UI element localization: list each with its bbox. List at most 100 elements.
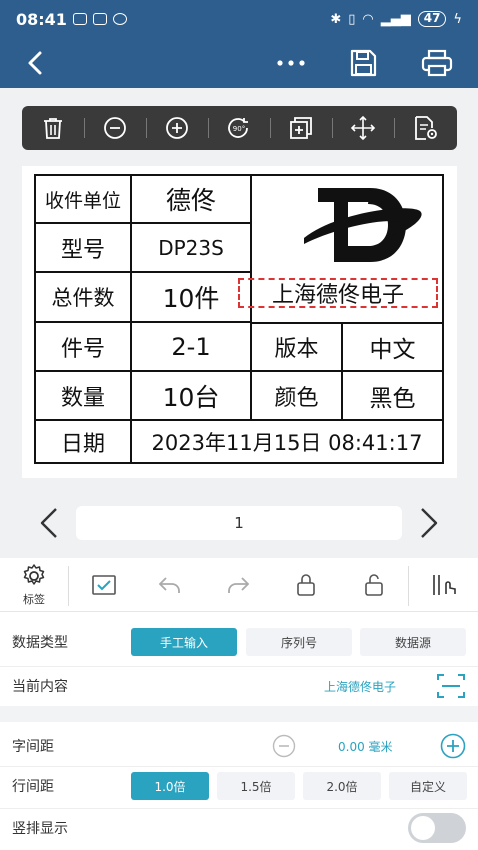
vibrate-icon: ▯ [348,11,356,27]
move-button[interactable] [332,106,394,150]
align-touch-icon [433,575,456,595]
label-cell[interactable]: 版本 [252,323,343,372]
properties-button[interactable] [394,106,456,150]
label-cell[interactable]: DP23S [132,224,252,273]
zoom-out-button[interactable] [84,106,146,150]
notification-icon [72,13,87,25]
undo-button[interactable] [152,558,188,612]
label-table: 收件单位 德佟 型号 DP23S 总件数 10件 件号 2-1 版本 中文 数量… [34,174,444,464]
divider [0,766,478,767]
plus-icon [440,733,466,759]
label-cell[interactable]: 型号 [36,224,132,273]
current-content-value[interactable]: 上海德佟电子 [324,678,396,695]
minus-icon [272,734,296,758]
data-type-serial[interactable]: 序列号 [246,628,352,656]
label-cell[interactable]: 10件 [132,273,252,323]
redo-icon [228,577,250,593]
print-icon [421,49,453,77]
zoom-in-button[interactable] [146,106,208,150]
select-all-button[interactable] [86,558,122,612]
label-settings-tab[interactable]: 标签 [10,558,58,612]
label-cell[interactable]: 收件单位 [36,176,132,224]
signal-icon: ▂▄▆ [380,11,411,27]
page-navigator: 1 [0,500,478,546]
label-cell[interactable]: 总件数 [36,273,132,323]
back-icon [28,51,42,75]
char-spacing-plus[interactable] [440,733,466,763]
copy-button[interactable] [270,106,332,150]
prev-page-button[interactable] [34,506,62,540]
dp-logo [304,188,422,262]
scan-icon [437,674,465,698]
copy-icon [290,117,312,139]
label-cell[interactable]: 数量 [36,372,132,421]
char-spacing-label: 字间距 [12,739,54,755]
label-cell[interactable]: 10台 [132,372,252,421]
gear-icon [23,564,45,585]
more-button[interactable] [274,52,308,74]
save-button[interactable] [348,48,378,78]
line-spacing-2-0[interactable]: 2.0倍 [303,772,381,800]
lock-button[interactable] [288,558,324,612]
undo-icon [158,577,180,593]
chevron-left-icon [40,508,57,538]
label-cell[interactable]: 件号 [36,323,132,372]
save-icon [350,49,377,77]
label-cell[interactable]: 中文 [343,323,442,372]
rotate-90-icon: 90° [228,118,248,138]
label-canvas[interactable]: 收件单位 德佟 型号 DP23S 总件数 10件 件号 2-1 版本 中文 数量… [22,166,457,478]
redo-button[interactable] [220,558,256,612]
line-spacing-label: 行间距 [12,779,54,795]
label-cell[interactable]: 日期 [36,421,132,462]
line-spacing-1-0[interactable]: 1.0倍 [131,772,209,800]
canvas-area: 90° 收件单位 德佟 型号 DP23S 总件数 10件 件号 2-1 版本 中… [0,88,478,558]
scan-button[interactable] [436,672,466,704]
vertical-display-row: 竖排显示 [0,812,478,844]
next-page-button[interactable] [416,506,444,540]
edit-toolbar: 标签 [0,558,478,612]
current-content-label: 当前内容 [12,679,68,695]
charging-icon: ϟ [453,11,462,27]
line-spacing-1-5[interactable]: 1.5倍 [217,772,295,800]
label-cell[interactable]: 颜色 [252,372,343,421]
data-type-row: 数据类型 手工输入 序列号 数据源 [0,626,478,658]
delete-icon [44,118,62,139]
label-tab-text: 标签 [23,593,45,606]
status-time: 08:41 [16,9,67,29]
nfc-icon [92,13,107,25]
section-gap [0,706,478,722]
page-number-field[interactable]: 1 [76,506,402,540]
unlock-button[interactable] [356,558,392,612]
wifi-icon: ◠ [362,11,374,27]
unlock-icon [365,574,383,596]
top-navbar [0,38,478,88]
move-icon [350,115,376,141]
vertical-display-toggle[interactable] [408,813,466,843]
zoom-in-icon [166,117,188,139]
align-button[interactable] [426,558,464,612]
svg-text:90°: 90° [233,125,245,133]
line-spacing-row: 行间距 1.0倍 1.5倍 2.0倍 自定义 [0,770,478,802]
data-type-label: 数据类型 [12,635,68,651]
label-cell[interactable]: 德佟 [132,176,252,224]
battery-level: 47 [417,11,447,27]
data-type-datasource[interactable]: 数据源 [360,628,466,656]
line-spacing-custom[interactable]: 自定义 [389,772,467,800]
lock-icon [297,574,315,596]
current-content-row: 当前内容 上海德佟电子 [0,668,478,704]
delete-button[interactable] [22,106,84,150]
label-cell[interactable]: 2-1 [132,323,252,372]
back-button[interactable] [20,50,50,76]
chevron-right-icon [421,508,438,538]
char-spacing-minus[interactable] [272,734,296,762]
selected-text-element[interactable]: 上海德佟电子 [238,278,438,308]
data-type-manual[interactable]: 手工输入 [131,628,237,656]
print-button[interactable] [420,48,454,78]
element-toolbar: 90° [22,106,457,150]
more-icon [277,60,305,66]
char-spacing-value: 0.00 毫米 [338,739,393,754]
label-cell[interactable]: 黑色 [343,372,442,421]
label-cell[interactable]: 2023年11月15日 08:41:17 [132,421,442,462]
divider [68,566,69,606]
rotate-button[interactable]: 90° [208,106,270,150]
